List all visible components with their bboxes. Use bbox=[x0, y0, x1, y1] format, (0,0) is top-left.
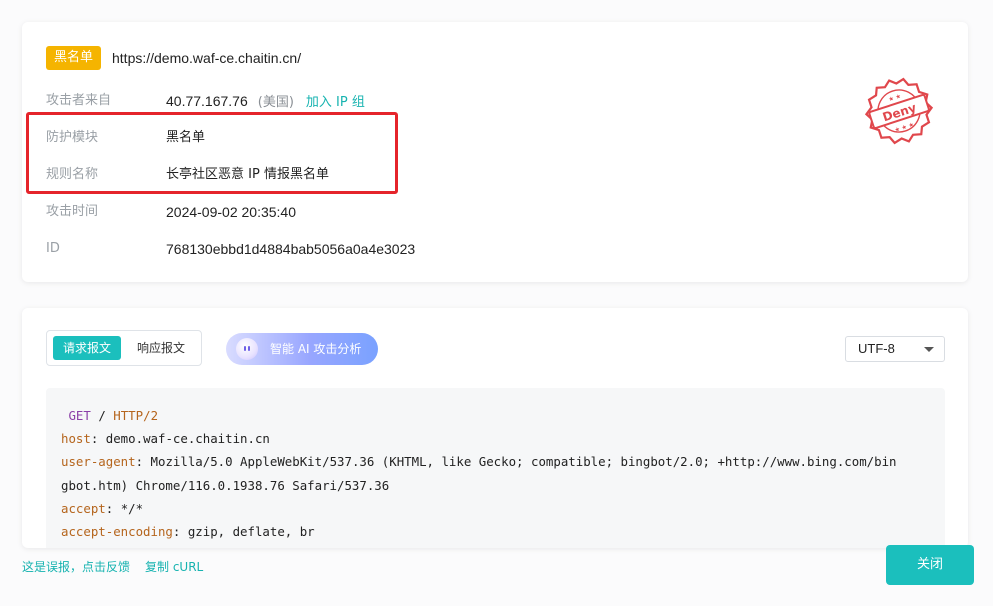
attacker-ip: 40.77.167.76 bbox=[166, 93, 248, 109]
header-value: */* bbox=[120, 500, 144, 516]
blacklist-badge: 黑名单 bbox=[46, 46, 102, 70]
id-value: 768130ebbd1d4884bab5056a0a4e3023 bbox=[166, 241, 416, 257]
header-line: accept: */* bbox=[61, 500, 144, 516]
header-line: accept-encoding: gzip, deflate, br bbox=[61, 524, 315, 540]
ai-face-icon bbox=[236, 338, 258, 360]
source-value: 40.77.167.76 (美国) 加入 IP 组 bbox=[166, 91, 365, 113]
tab-request[interactable]: 请求报文 bbox=[53, 336, 122, 360]
source-label: 攻击者来自 bbox=[46, 93, 112, 108]
id-label: ID bbox=[46, 241, 60, 256]
header-value: demo.waf-ce.chaitin.cn bbox=[105, 431, 270, 447]
encoding-value: UTF-8 bbox=[858, 341, 895, 356]
http-protocol: HTTP/2 bbox=[113, 408, 159, 423]
header-key: host bbox=[61, 431, 91, 447]
add-to-ip-group-link[interactable]: 加入 IP 组 bbox=[306, 95, 365, 110]
header-value: Mozilla/5.0 AppleWebKit/537.36 (KHTML, l… bbox=[150, 454, 897, 470]
time-value: 2024-09-02 20:35:40 bbox=[166, 204, 296, 220]
svg-text:★ ★ ★: ★ ★ ★ bbox=[894, 121, 915, 134]
header-value: gbot.htm) Chrome/116.0.1938.76 Safari/53… bbox=[61, 477, 390, 493]
time-label: 攻击时间 bbox=[46, 204, 99, 219]
request-card: 请求报文 响应报文 智能 AI 攻击分析 UTF-8 GET / HTTP/2 … bbox=[22, 308, 968, 548]
header-value: gzip, deflate, br bbox=[187, 524, 315, 540]
request-line: GET / HTTP/2 bbox=[68, 408, 159, 423]
message-tabs: 请求报文 响应报文 bbox=[46, 330, 202, 366]
copy-curl-link[interactable]: 复制 cURL bbox=[145, 558, 203, 575]
http-method: GET bbox=[68, 408, 91, 423]
close-button[interactable]: 关闭 bbox=[886, 545, 974, 585]
chevron-down-icon bbox=[924, 347, 934, 352]
target-url: https://demo.waf-ce.chaitin.cn/ bbox=[112, 50, 302, 66]
deny-stamp-icon: Deny ★ ★ ★ ★ ★ bbox=[864, 77, 934, 145]
ai-analysis-label: 智能 AI 攻击分析 bbox=[270, 342, 362, 356]
header-line-continued: gbot.htm) Chrome/116.0.1938.76 Safari/53… bbox=[61, 474, 930, 497]
false-positive-feedback-link[interactable]: 这是误报，点击反馈 bbox=[22, 558, 130, 575]
highlight-annotation-box bbox=[26, 112, 398, 194]
header-key: accept bbox=[61, 500, 106, 516]
encoding-select[interactable]: UTF-8 bbox=[845, 336, 945, 362]
header-key: user-agent bbox=[61, 454, 136, 470]
attacker-country: (美国) bbox=[257, 95, 294, 110]
request-body: GET / HTTP/2 host: demo.waf-ce.chaitin.c… bbox=[46, 388, 945, 548]
ai-analysis-button[interactable]: 智能 AI 攻击分析 bbox=[226, 333, 378, 365]
header-key: accept-encoding bbox=[61, 524, 173, 540]
header-line: user-agent: Mozilla/5.0 AppleWebKit/537.… bbox=[61, 454, 897, 470]
header-line: host: demo.waf-ce.chaitin.cn bbox=[61, 431, 270, 447]
tab-response[interactable]: 响应报文 bbox=[127, 336, 195, 360]
